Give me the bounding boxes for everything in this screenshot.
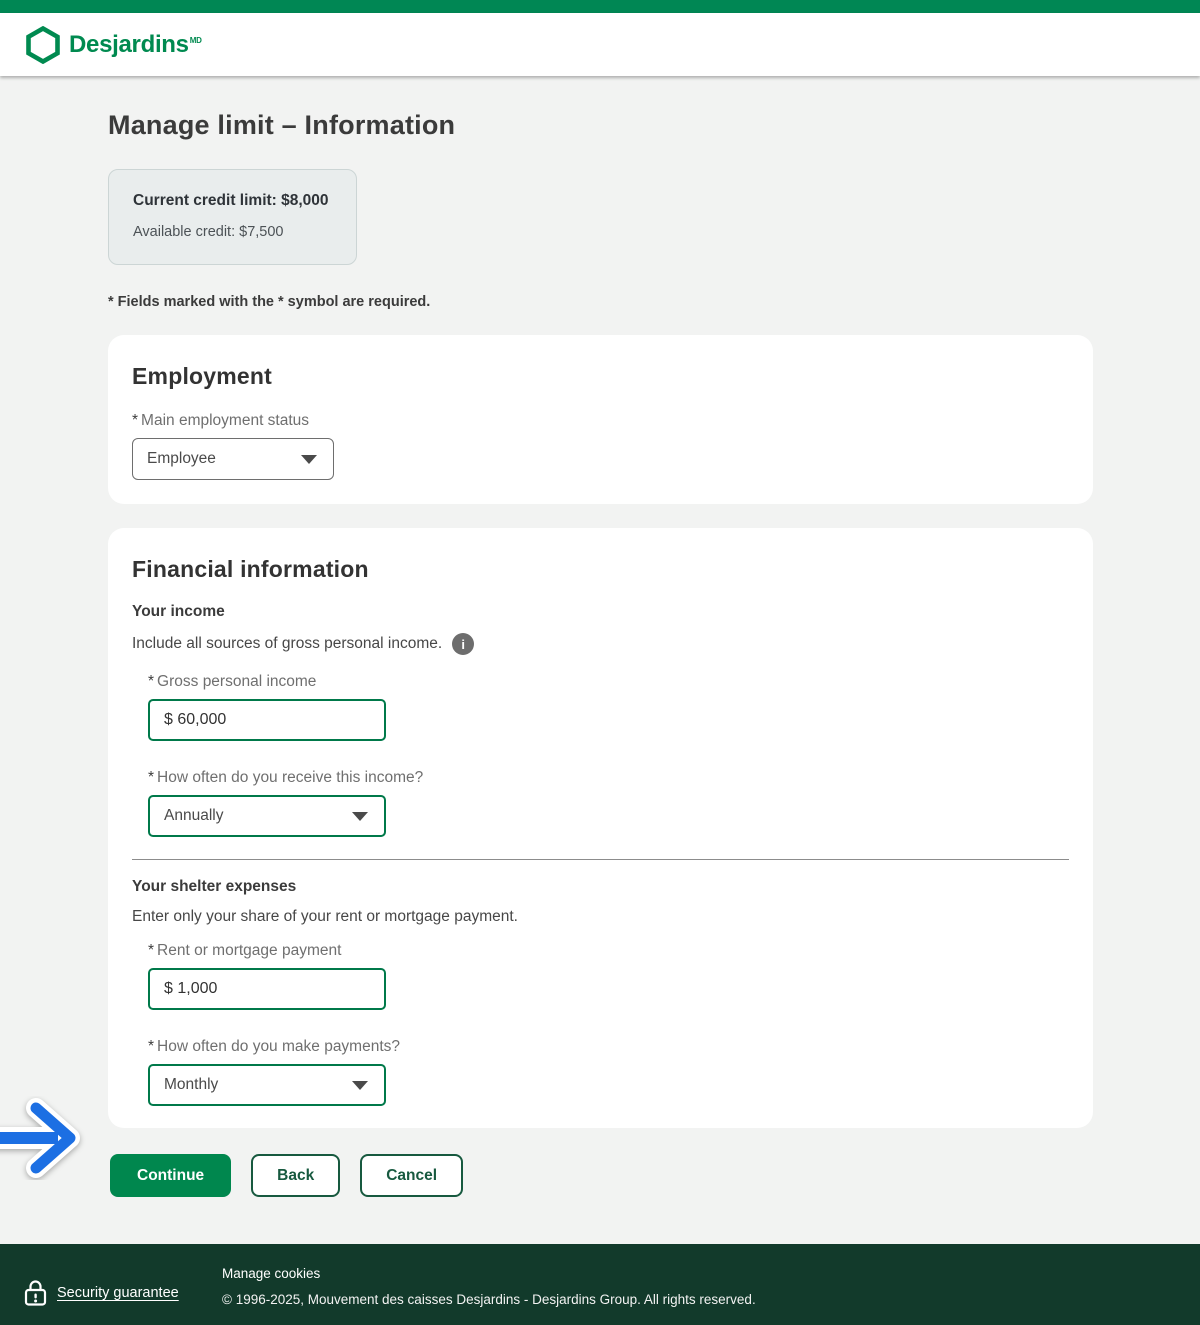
income-frequency-value: Annually <box>164 807 223 825</box>
info-icon[interactable]: i <box>452 633 474 655</box>
copyright-text: © 1996-2025, Mouvement des caisses Desja… <box>222 1292 756 1307</box>
cancel-button[interactable]: Cancel <box>360 1154 463 1197</box>
main-content: Manage limit – Information Current credi… <box>108 110 1093 1197</box>
desjardins-hexagon-icon <box>26 26 60 64</box>
income-subheading: Your income <box>132 603 1069 621</box>
gross-income-group: *Gross personal income <box>148 673 1069 741</box>
rent-payment-input[interactable] <box>148 968 386 1010</box>
current-credit-limit: Current credit limit: $8,000 <box>133 192 332 210</box>
required-asterisk: * <box>148 673 154 690</box>
brand-top-bar <box>0 0 1200 13</box>
income-description: Include all sources of gross personal in… <box>132 635 442 653</box>
shelter-subheading: Your shelter expenses <box>132 878 1069 896</box>
section-divider <box>132 859 1069 860</box>
security-guarantee-link[interactable]: Security guarantee <box>57 1285 179 1301</box>
brand-wordmark: DesjardinsMD <box>69 31 202 59</box>
footer-legal: Manage cookies © 1996-2025, Mouvement de… <box>222 1261 756 1325</box>
financial-section: Financial information Your income Includ… <box>108 528 1093 1128</box>
footer-security: Security guarantee <box>24 1261 222 1325</box>
chevron-down-icon <box>352 1081 368 1090</box>
financial-heading: Financial information <box>132 556 1069 583</box>
shelter-description: Enter only your share of your rent or mo… <box>132 908 518 926</box>
continue-button[interactable]: Continue <box>110 1154 231 1197</box>
shelter-description-row: Enter only your share of your rent or mo… <box>132 908 1069 926</box>
gross-income-input[interactable] <box>148 699 386 741</box>
page-title: Manage limit – Information <box>108 110 1093 141</box>
income-description-row: Include all sources of gross personal in… <box>132 633 1069 655</box>
income-frequency-label: *How often do you receive this income? <box>148 769 1069 787</box>
site-footer: Security guarantee Manage cookies © 1996… <box>0 1244 1200 1325</box>
employment-status-select[interactable]: Employee <box>132 438 334 480</box>
site-header: DesjardinsMD <box>0 13 1200 76</box>
gross-income-label: *Gross personal income <box>148 673 1069 691</box>
credit-summary-box: Current credit limit: $8,000 Available c… <box>108 169 357 265</box>
annotation-arrow-icon <box>0 1096 108 1180</box>
action-buttons: Continue Back Cancel <box>110 1154 1093 1197</box>
available-credit: Available credit: $7,500 <box>133 224 332 240</box>
payment-frequency-label: *How often do you make payments? <box>148 1038 1069 1056</box>
rent-payment-group: *Rent or mortgage payment <box>148 942 1069 1010</box>
income-frequency-group: *How often do you receive this income? A… <box>148 769 1069 837</box>
required-asterisk: * <box>132 412 138 429</box>
employment-status-label: *Main employment status <box>132 412 1069 430</box>
payment-frequency-select[interactable]: Monthly <box>148 1064 386 1106</box>
chevron-down-icon <box>301 455 317 464</box>
rent-payment-label: *Rent or mortgage payment <box>148 942 1069 960</box>
required-fields-note: * Fields marked with the * symbol are re… <box>108 294 1093 310</box>
employment-section: Employment *Main employment status Emplo… <box>108 335 1093 504</box>
manage-cookies-link[interactable]: Manage cookies <box>222 1266 756 1281</box>
required-asterisk: * <box>148 1038 154 1055</box>
trademark-mark: MD <box>190 36 202 45</box>
chevron-down-icon <box>352 812 368 821</box>
income-frequency-select[interactable]: Annually <box>148 795 386 837</box>
payment-frequency-value: Monthly <box>164 1076 218 1094</box>
employment-heading: Employment <box>132 363 1069 390</box>
lock-icon <box>24 1279 47 1307</box>
employment-status-value: Employee <box>147 450 216 468</box>
required-asterisk: * <box>148 769 154 786</box>
desjardins-logo[interactable]: DesjardinsMD <box>26 26 202 64</box>
required-asterisk: * <box>148 942 154 959</box>
payment-frequency-group: *How often do you make payments? Monthly <box>148 1038 1069 1106</box>
back-button[interactable]: Back <box>251 1154 340 1197</box>
